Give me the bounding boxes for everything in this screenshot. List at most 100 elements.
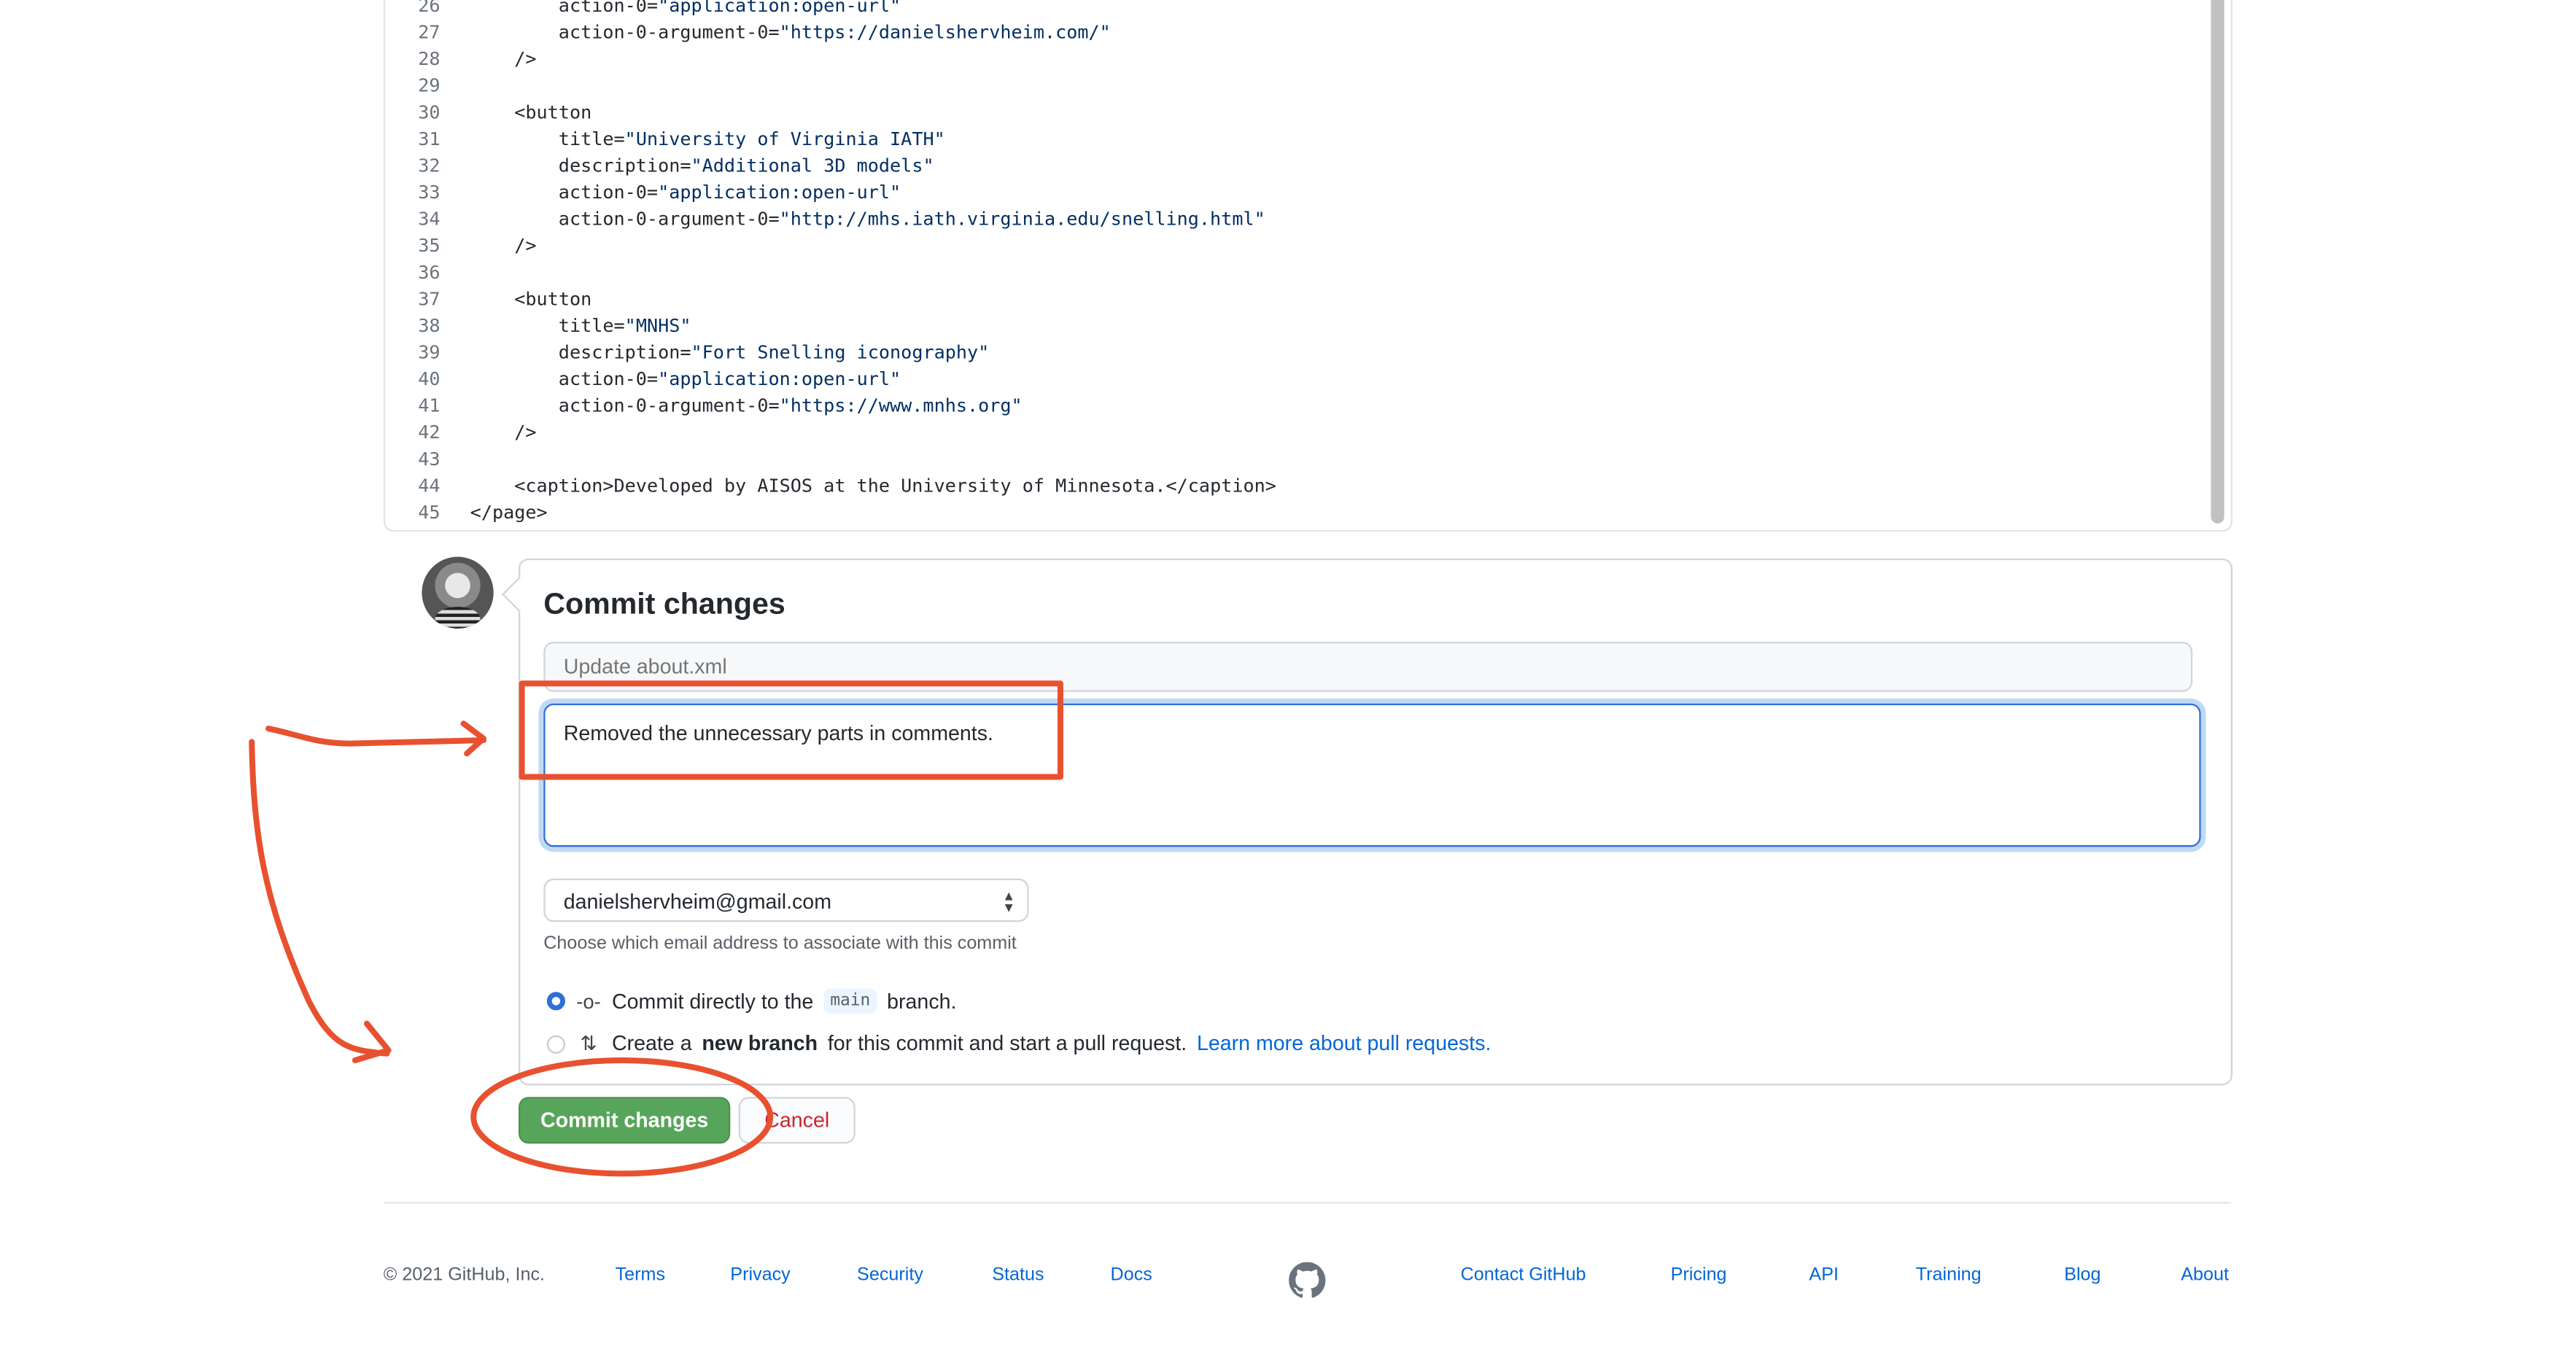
line-number: 35 [418, 235, 441, 257]
footer-link-pricing[interactable]: Pricing [1671, 1265, 1727, 1285]
code-preview: 26 action-0="application:open-url" 27 act… [383, 0, 2233, 532]
option-text: for this commit and start a pull request… [827, 1032, 1187, 1056]
footer-link-status[interactable]: Status [992, 1265, 1044, 1285]
code-line: 45 </page> [385, 500, 547, 527]
code-line: 32 description="Additional 3D models" [385, 153, 934, 180]
line-number: 31 [418, 128, 441, 150]
line-content: description="Fort Snelling iconography" [558, 341, 990, 364]
line-number: 29 [418, 74, 441, 97]
line-number: 45 [418, 502, 441, 524]
line-number: 26 [418, 0, 441, 17]
code-line: 43 [385, 447, 440, 474]
code-line: 39 description="Fort Snelling iconograph… [385, 340, 989, 367]
radio-commit-direct[interactable] [546, 992, 565, 1011]
commit-description-textarea[interactable]: Removed the unnecessary parts in comment… [543, 703, 2201, 847]
arrow-down-head-annotation [352, 1020, 392, 1063]
code-line: 29 [385, 74, 440, 101]
commit-summary-input[interactable] [543, 642, 2193, 692]
line-number: 33 [418, 182, 441, 203]
code-line: 33 action-0="application:open-url" [385, 180, 901, 207]
line-content: action-0-argument-0="https://www.mnhs.or… [558, 395, 1023, 417]
line-content: action-0-argument-0="https://danielsherv… [558, 21, 1111, 44]
footer-link-docs[interactable]: Docs [1111, 1265, 1152, 1285]
footer-link-blog[interactable]: Blog [2064, 1265, 2100, 1285]
arrow-right-head-annotation [460, 720, 486, 757]
commit-changes-button[interactable]: Commit changes [518, 1097, 731, 1144]
option-text: Create a [611, 1032, 692, 1056]
code-line: 37 <button [385, 287, 591, 314]
line-number: 41 [418, 395, 441, 417]
arrow-down-annotation [249, 739, 390, 1057]
footer-link-about[interactable]: About [2181, 1265, 2229, 1285]
line-number: 44 [418, 475, 441, 497]
code-line: 38 title="MNHS" [385, 314, 691, 341]
line-content: action-0="application:open-url" [558, 0, 901, 17]
line-content: /> [514, 235, 537, 257]
new-branch-option[interactable]: ⇅ Create a new branch for this commit an… [546, 1032, 1491, 1056]
line-content: title="University of Virginia IATH" [558, 128, 945, 150]
select-caret-icon: ▲ ▼ [1002, 888, 1016, 916]
avatar [422, 556, 494, 629]
option-text-bold: new branch [702, 1032, 818, 1056]
line-number: 38 [418, 315, 441, 337]
footer-divider [383, 1202, 2231, 1204]
footer-link-training[interactable]: Training [1916, 1265, 1982, 1285]
github-logo-icon[interactable] [1289, 1262, 1326, 1299]
option-text: Commit directly to the [611, 989, 814, 1013]
radio-new-branch[interactable] [546, 1034, 565, 1053]
line-number: 43 [418, 448, 441, 470]
line-content: action-0="application:open-url" [558, 368, 901, 390]
git-pull-request-icon: ⇅ [580, 1032, 597, 1056]
option-text: branch. [887, 989, 957, 1013]
git-commit-icon: -o- [576, 989, 601, 1013]
line-content: <button [514, 288, 592, 311]
commit-direct-option[interactable]: -o- Commit directly to the main branch. [546, 988, 957, 1014]
line-content: action-0-argument-0="http://mhs.iath.vir… [558, 208, 1265, 230]
footer-link-security[interactable]: Security [857, 1265, 923, 1285]
footer-link-terms[interactable]: Terms [616, 1265, 665, 1285]
line-number: 40 [418, 368, 441, 390]
footer-link-api[interactable]: API [1809, 1265, 1839, 1285]
line-number: 39 [418, 341, 441, 364]
line-number: 30 [418, 101, 441, 124]
cancel-button[interactable]: Cancel [738, 1097, 856, 1144]
line-content: description="Additional 3D models" [558, 155, 934, 177]
line-content: </page> [470, 502, 548, 524]
commit-title: Commit changes [543, 586, 785, 621]
code-line: 40 action-0="application:open-url" [385, 367, 901, 394]
code-line: 36 [385, 260, 440, 287]
code-line: 31 title="University of Virginia IATH" [385, 127, 945, 154]
code-line: 26 action-0="application:open-url" [385, 0, 901, 20]
code-line: 35 /> [385, 233, 536, 260]
github-edit-file-page: 26 action-0="application:open-url" 27 act… [0, 0, 2576, 1352]
code-line: 42 /> [385, 420, 536, 447]
line-content: /> [514, 421, 537, 444]
line-content: title="MNHS" [558, 315, 691, 337]
code-line: 28 /> [385, 47, 536, 74]
code-line: 27 action-0-argument-0="https://danielsh… [385, 20, 1111, 47]
line-content: action-0="application:open-url" [558, 182, 901, 203]
email-help-text: Choose which email address to associate … [543, 933, 1017, 954]
line-number: 37 [418, 288, 441, 311]
footer-copyright: © 2021 GitHub, Inc. [383, 1265, 546, 1286]
email-select[interactable]: danielshervheim@gmail.com ▲ ▼ [543, 878, 1029, 922]
line-number: 27 [418, 21, 441, 44]
email-select-value: danielshervheim@gmail.com [563, 890, 832, 914]
line-number: 36 [418, 261, 441, 284]
code-line: 41 action-0-argument-0="https://www.mnhs… [385, 394, 1022, 421]
learn-more-pull-requests-link[interactable]: Learn more about pull requests. [1197, 1032, 1491, 1055]
commit-form: Commit changes Removed the unnecessary p… [518, 558, 2233, 1086]
arrow-right-annotation [265, 726, 486, 747]
footer-link-contact[interactable]: Contact GitHub [1461, 1265, 1586, 1285]
code-line: 34 action-0-argument-0="http://mhs.iath.… [385, 206, 1265, 233]
branch-name: main [823, 988, 877, 1014]
line-number: 42 [418, 421, 441, 444]
line-content: /> [514, 48, 537, 71]
line-number: 34 [418, 208, 441, 230]
commit-description-text: Removed the unnecessary parts in comment… [563, 721, 993, 745]
line-number: 28 [418, 48, 441, 71]
line-content: <caption>Developed by AISOS at the Unive… [514, 475, 1276, 497]
code-scrollbar[interactable] [2211, 0, 2224, 524]
line-number: 32 [418, 155, 441, 177]
footer-link-privacy[interactable]: Privacy [730, 1265, 790, 1285]
